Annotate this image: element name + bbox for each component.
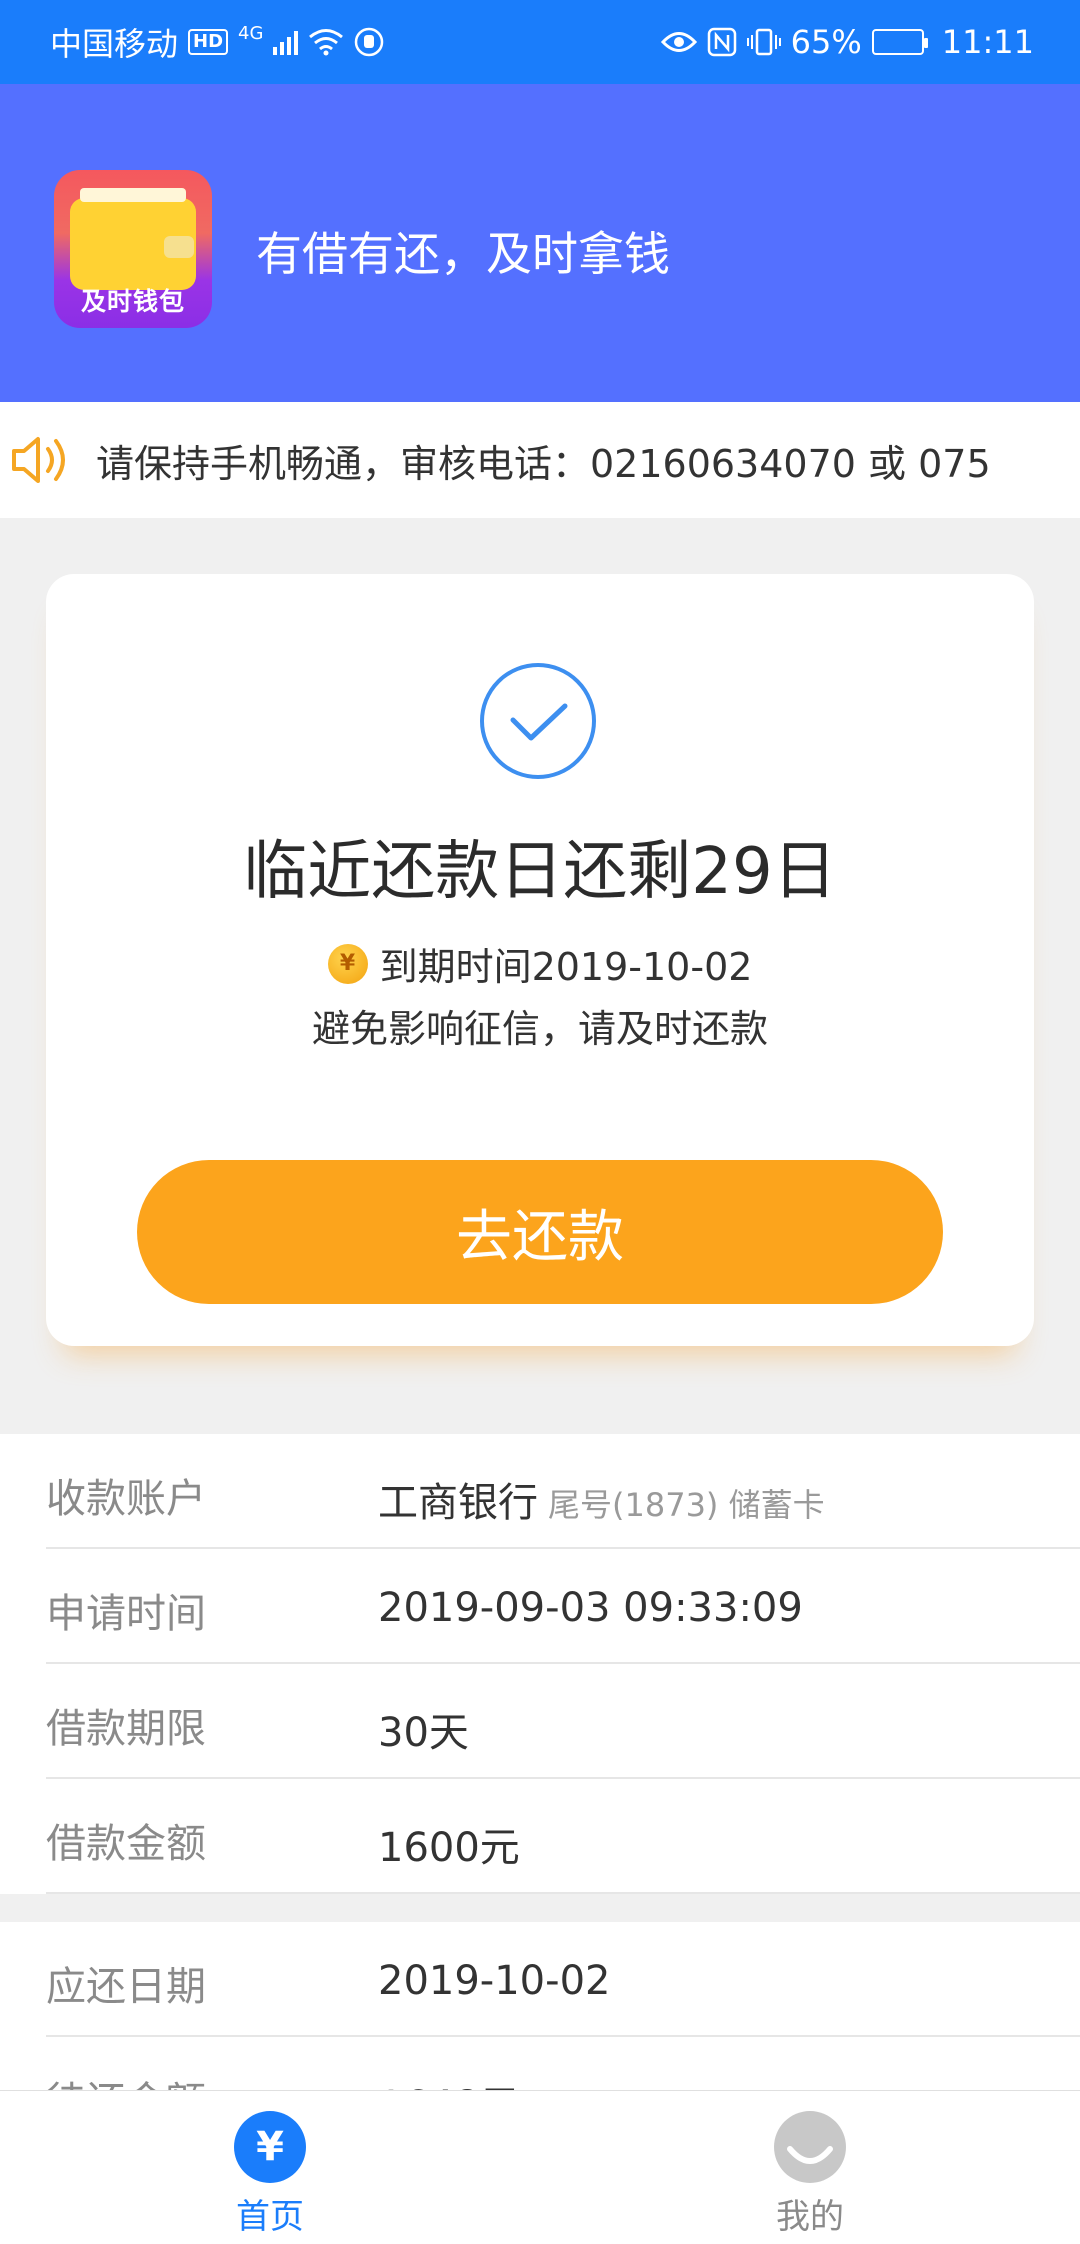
smile-icon [774,2111,846,2183]
tab-home-label: 首页 [236,2197,304,2237]
network-type: 4G [238,23,264,44]
header-slogan: 有借有还，及时拿钱 [256,227,670,281]
wifi-icon [309,29,344,56]
wallet-clasp [164,236,194,258]
status-right: 65% 11:11 [660,23,1034,61]
clock: 11:11 [941,23,1034,61]
tab-mine[interactable]: 我的 [710,2101,910,2241]
yuan-icon: ¥ [234,2111,306,2183]
apply-time-label: 申请时间 [46,1591,206,1637]
due-date-line: ¥ 到期时间2019-10-02 [46,936,1034,991]
coin-icon: ¥ [327,943,368,984]
tab-mine-label: 我的 [776,2197,844,2237]
carrier-name: 中国移动 [50,25,179,63]
hd-badge: HD [188,29,229,55]
due-date-value: 2019-10-02 [378,1958,611,2004]
status-left: 中国移动 HD 4G [50,19,384,65]
bottom-tab-bar: ¥ 首页 我的 [0,2090,1080,2244]
credit-warning: 避免影响征信，请及时还款 [311,1007,768,1051]
bank-name: 工商银行 [378,1480,538,1526]
amount-value: 1600元 [378,1825,520,1871]
notice-text: 请保持手机畅通，审核电话：02160634070 或 075 [96,441,991,486]
divider [46,1892,1080,1894]
loan-details-list: 收款账户 工商银行 尾号(1873) 储蓄卡 申请时间 2019-09-03 09… [0,1434,1080,1894]
wallet-icon [70,188,196,290]
nfc-icon [707,27,736,57]
card-tail: 尾号(1873) 储蓄卡 [548,1486,825,1524]
smile-face-icon [787,2146,833,2164]
signal-icon [273,29,299,55]
days-remaining-title: 临近还款日还剩29日 [243,835,837,909]
check-circle-icon [480,663,596,779]
list-item-due-date: 应还日期 2019-10-02 [0,1922,1080,2037]
status-bar: 中国移动 HD 4G 65% 11:11 [0,0,1080,84]
list-item-term: 借款期限 30天 [0,1664,1080,1779]
tab-home[interactable]: ¥ 首页 [170,2101,370,2241]
account-label: 收款账户 [46,1476,206,1522]
vibrate-icon [746,28,781,56]
term-label: 借款期限 [46,1706,206,1752]
amount-label: 借款金额 [46,1821,206,1867]
battery-percent: 65% [790,23,862,61]
term-value: 30天 [378,1710,469,1756]
apply-time-value: 2019-09-03 09:33:09 [378,1585,803,1631]
list-item-account: 收款账户 工商银行 尾号(1873) 储蓄卡 [0,1434,1080,1549]
app-logo: 及时钱包 [54,170,212,328]
list-item-apply-time: 申请时间 2019-09-03 09:33:09 [0,1549,1080,1664]
eye-icon [660,32,697,52]
speaker-icon [12,437,65,483]
account-value: 工商银行 尾号(1873) 储蓄卡 [378,1470,825,1528]
battery-icon [871,29,928,55]
app-header: 及时钱包 有借有还，及时拿钱 [0,84,1080,402]
hand-icon [355,27,384,57]
due-date-text: 到期时间2019-10-02 [379,945,753,989]
repay-card: 临近还款日还剩29日 ¥ 到期时间2019-10-02 避免影响征信，请及时还款… [46,574,1034,1346]
logo-text: 及时钱包 [80,287,185,316]
notice-bar: 请保持手机畅通，审核电话：02160634070 或 075 [0,402,1080,518]
list-item-amount: 借款金额 1600元 [0,1779,1080,1894]
due-date-label: 应还日期 [46,1964,206,2010]
repay-button[interactable]: 去还款 [137,1160,943,1304]
